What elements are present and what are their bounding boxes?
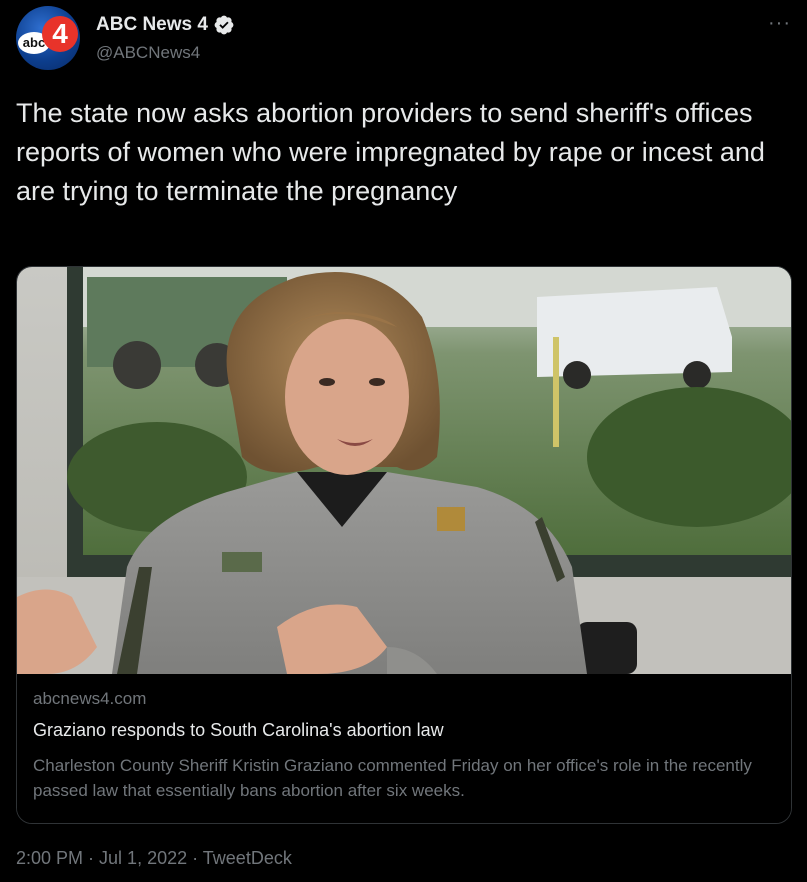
tweet-text: The state now asks abortion providers to… [16,98,765,206]
more-options-icon[interactable]: ··· [768,12,791,35]
tweet-date[interactable]: Jul 1, 2022 [99,848,187,868]
tweet-time[interactable]: 2:00 PM [16,848,83,868]
card-title[interactable]: Graziano responds to South Carolina's ab… [33,720,444,741]
card-image[interactable] [17,267,791,674]
meta-separator: · [83,848,100,868]
display-name[interactable]: ABC News 4 [96,14,208,36]
tweet-header: abc 4 ABC News 4 @ABCNews4 ··· [16,6,791,74]
avatar[interactable]: abc 4 [16,6,80,70]
handle[interactable]: @ABCNews4 [96,43,200,63]
link-card[interactable]: abcnews4.com Graziano responds to South … [16,266,792,824]
channel-number-logo: 4 [42,16,78,52]
card-description: Charleston County Sheriff Kristin Grazia… [33,756,752,800]
name-row: ABC News 4 [96,14,235,36]
card-body[interactable]: abcnews4.com Graziano responds to South … [17,674,791,823]
verified-badge-icon [214,15,234,35]
tweet-source[interactable]: TweetDeck [203,848,292,868]
card-domain: abcnews4.com [33,689,147,708]
tweet-meta: 2:00 PM · Jul 1, 2022 · TweetDeck [16,848,292,869]
meta-separator: · [187,848,203,868]
